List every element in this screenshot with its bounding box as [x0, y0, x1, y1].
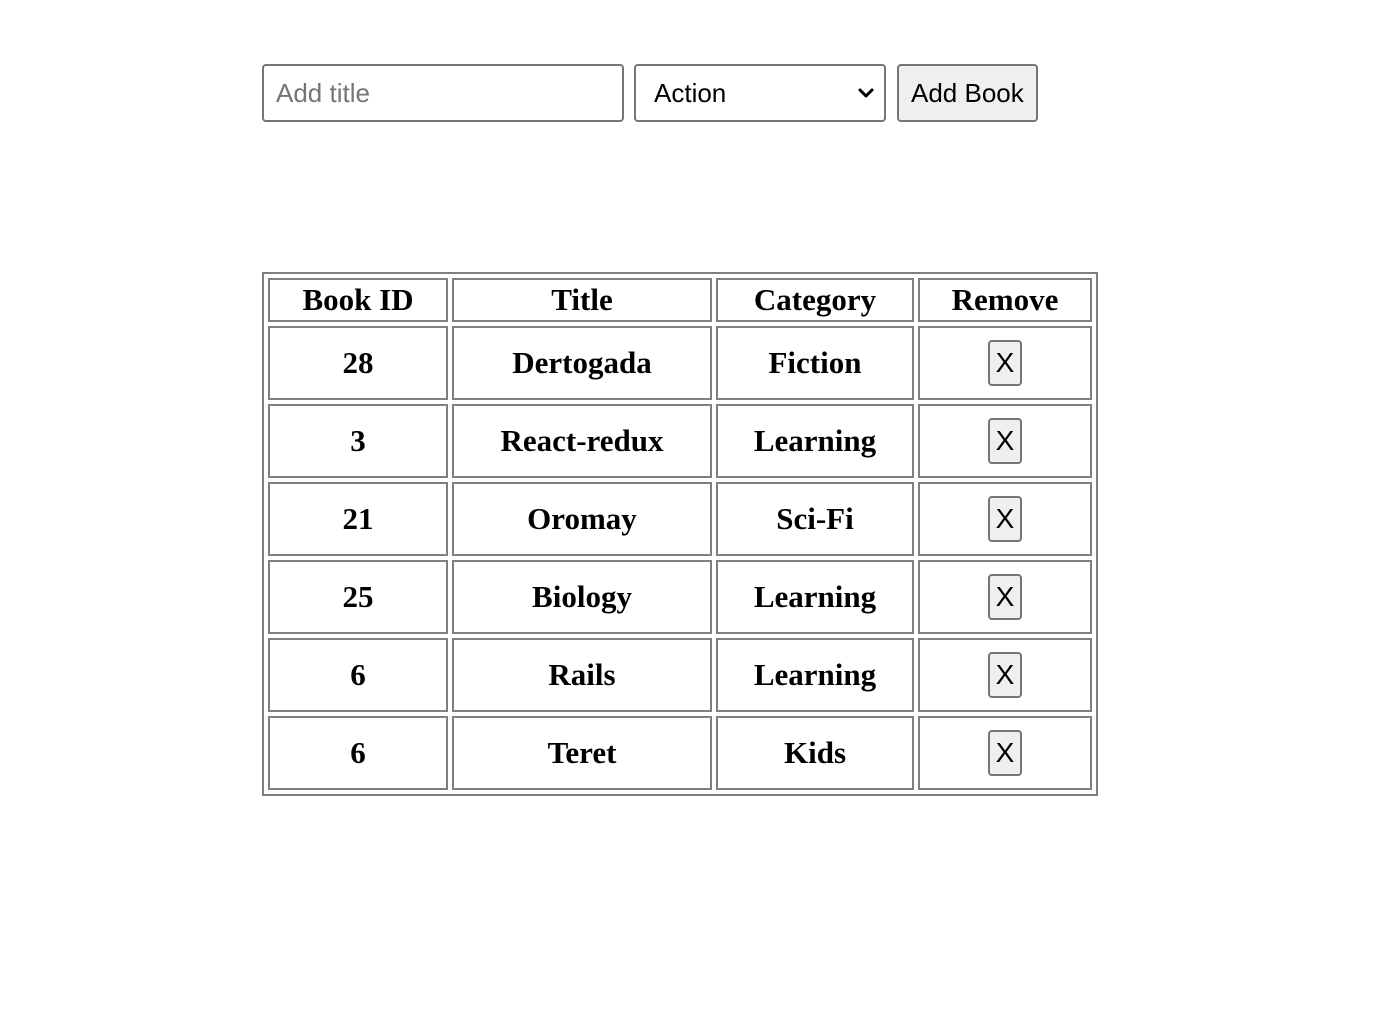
title-input[interactable] — [262, 64, 624, 122]
book-title-cell: Teret — [452, 716, 712, 790]
remove-cell: X — [918, 638, 1092, 712]
add-book-form: Action Add Book — [262, 64, 1038, 122]
remove-book-button[interactable]: X — [988, 340, 1022, 386]
book-id-cell: 6 — [268, 638, 448, 712]
remove-book-button[interactable]: X — [988, 574, 1022, 620]
book-title-cell: React-redux — [452, 404, 712, 478]
remove-cell: X — [918, 716, 1092, 790]
table-row: 25 Biology Learning X — [268, 560, 1092, 634]
books-table: Book ID Title Category Remove 28 Dertoga… — [262, 272, 1098, 796]
table-row: 28 Dertogada Fiction X — [268, 326, 1092, 400]
book-category-cell: Learning — [716, 638, 914, 712]
category-select-value: Action — [654, 77, 727, 108]
book-title-cell: Biology — [452, 560, 712, 634]
header-book-id: Book ID — [268, 278, 448, 322]
book-title-cell: Dertogada — [452, 326, 712, 400]
header-remove: Remove — [918, 278, 1092, 322]
table-row: 21 Oromay Sci-Fi X — [268, 482, 1092, 556]
header-title: Title — [452, 278, 712, 322]
remove-cell: X — [918, 404, 1092, 478]
book-title-cell: Rails — [452, 638, 712, 712]
remove-cell: X — [918, 326, 1092, 400]
remove-book-button[interactable]: X — [988, 730, 1022, 776]
chevron-down-icon — [858, 88, 874, 98]
book-id-cell: 28 — [268, 326, 448, 400]
remove-book-button[interactable]: X — [988, 652, 1022, 698]
header-category: Category — [716, 278, 914, 322]
add-book-button[interactable]: Add Book — [897, 64, 1038, 122]
table-row: 6 Rails Learning X — [268, 638, 1092, 712]
remove-book-button[interactable]: X — [988, 496, 1022, 542]
book-category-cell: Learning — [716, 560, 914, 634]
book-id-cell: 3 — [268, 404, 448, 478]
book-title-cell: Oromay — [452, 482, 712, 556]
remove-cell: X — [918, 560, 1092, 634]
table-row: 3 React-redux Learning X — [268, 404, 1092, 478]
book-category-cell: Fiction — [716, 326, 914, 400]
table-row: 6 Teret Kids X — [268, 716, 1092, 790]
book-category-cell: Learning — [716, 404, 914, 478]
book-id-cell: 21 — [268, 482, 448, 556]
remove-cell: X — [918, 482, 1092, 556]
book-category-cell: Kids — [716, 716, 914, 790]
book-id-cell: 25 — [268, 560, 448, 634]
table-header-row: Book ID Title Category Remove — [268, 278, 1092, 322]
book-category-cell: Sci-Fi — [716, 482, 914, 556]
category-select[interactable]: Action — [634, 64, 886, 122]
book-id-cell: 6 — [268, 716, 448, 790]
remove-book-button[interactable]: X — [988, 418, 1022, 464]
